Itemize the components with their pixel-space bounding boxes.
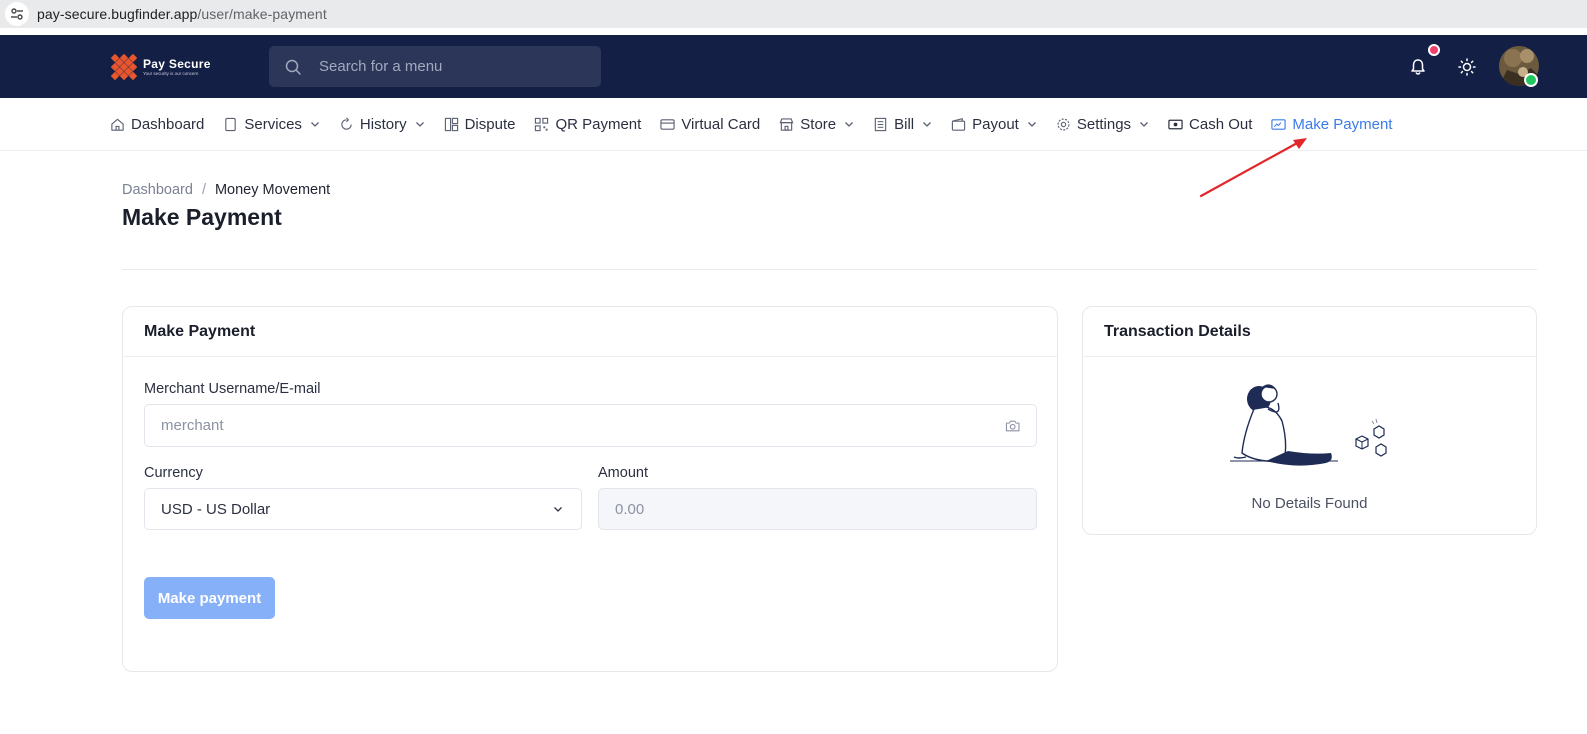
theme-toggle-sun-icon[interactable] [1457,57,1477,77]
nav-item-make-payment[interactable]: Make Payment [1271,116,1392,133]
camera-icon[interactable] [1005,418,1020,434]
nav-label: Store [800,115,837,133]
layout-icon [444,117,458,131]
nav-label: Virtual Card [681,115,761,133]
make-payment-card-title: Make Payment [144,322,256,340]
make-payment-card: Make Payment Merchant Username/E-mail Cu… [122,306,1058,672]
breadcrumb-separator: / [201,182,206,198]
merchant-input[interactable] [145,417,1005,434]
main-nav: Dashboard Services History Dispute QR Pa… [0,98,1587,151]
nav-item-bill[interactable]: Bill [873,116,932,133]
notification-badge [1428,44,1440,56]
online-status-dot [1524,73,1538,87]
logo-mark-icon [111,54,137,80]
logo[interactable]: Pay Secure Your security is our concern [111,54,211,80]
logo-name: Pay Secure [143,56,211,71]
chevron-down-icon [1140,122,1149,127]
nav-item-store[interactable]: Store [779,116,854,133]
transaction-details-card: Transaction Details No Details Found [1082,306,1537,535]
nav-label: History [359,115,407,133]
credit-card-icon [660,118,675,130]
currency-label: Currency [144,465,203,481]
chevron-down-icon [415,122,424,127]
chevron-down-icon [310,122,319,127]
url-text[interactable]: pay-secure.bugfinder.app/user/make-payme… [37,6,327,22]
nav-item-qr-payment[interactable]: QR Payment [534,116,641,133]
cash-icon [1168,119,1183,129]
payment-icon [1271,118,1287,130]
url-path: /user/make-payment [197,6,327,22]
transaction-details-title: Transaction Details [1104,322,1251,340]
url-domain: pay-secure.bugfinder.app [37,6,198,22]
nav-label: Dashboard [131,115,205,133]
amount-input[interactable] [599,500,1036,518]
nav-item-payout[interactable]: Payout [951,116,1037,133]
wallet-icon [951,117,966,131]
gear-icon [1057,117,1070,131]
make-payment-button[interactable]: Make payment [144,577,275,619]
menu-search[interactable] [269,46,601,87]
nav-label: Cash Out [1189,115,1253,133]
card-header: Make Payment [123,307,1057,357]
file-icon [225,117,237,131]
nav-item-dispute[interactable]: Dispute [444,115,516,133]
page-title: Make Payment [122,204,282,230]
chevron-down-icon [554,507,562,512]
nav-label: Make Payment [1292,115,1393,133]
search-icon [285,59,301,75]
nav-item-services[interactable]: Services [223,116,320,133]
site-settings-icon[interactable] [5,2,29,26]
chevron-down-icon [923,122,932,127]
amount-label: Amount [598,465,648,481]
chevron-down-icon [845,122,854,127]
qr-code-icon [535,117,549,131]
currency-select[interactable]: USD - US Dollar [144,488,582,530]
nav-label: QR Payment [555,115,642,133]
breadcrumb-current: Money Movement [214,182,331,198]
nav-label: Settings [1076,115,1132,133]
card-header: Transaction Details [1083,307,1536,357]
nav-item-cash-out[interactable]: Cash Out [1168,116,1252,133]
currency-selected-value: USD - US Dollar [161,500,271,518]
nav-label: Services [244,115,302,133]
logo-tagline: Your security is our concern [143,70,199,76]
notification-bell-icon[interactable] [1408,57,1428,77]
store-icon [779,117,794,131]
browser-url-bar[interactable]: pay-secure.bugfinder.app/user/make-payme… [0,0,1587,28]
merchant-input-wrapper [144,404,1037,447]
no-details-text: No Details Found [1251,495,1368,512]
merchant-label: Merchant Username/E-mail [144,381,321,397]
nav-label: Payout [972,115,1019,133]
nav-item-dashboard[interactable]: Dashboard [110,116,204,133]
amount-input-wrapper [598,488,1037,530]
refresh-icon [341,117,352,130]
breadcrumb-link-dashboard[interactable]: Dashboard [122,182,193,198]
chevron-down-icon [1027,122,1036,127]
nav-label: Bill [894,115,915,133]
nav-item-settings[interactable]: Settings [1056,116,1149,133]
empty-state-illustration-icon [1230,384,1387,466]
home-icon [111,118,124,131]
receipt-icon [874,117,887,131]
search-input[interactable] [319,58,589,75]
breadcrumb: Dashboard / Money Movement [122,182,330,198]
nav-item-virtual-card[interactable]: Virtual Card [660,116,760,133]
section-divider [122,269,1537,270]
nav-item-history[interactable]: History [339,116,425,133]
nav-label: Dispute [464,115,516,133]
annotation-arrow-icon [1199,138,1307,198]
top-header: Pay Secure Your security is our concern [0,35,1587,98]
